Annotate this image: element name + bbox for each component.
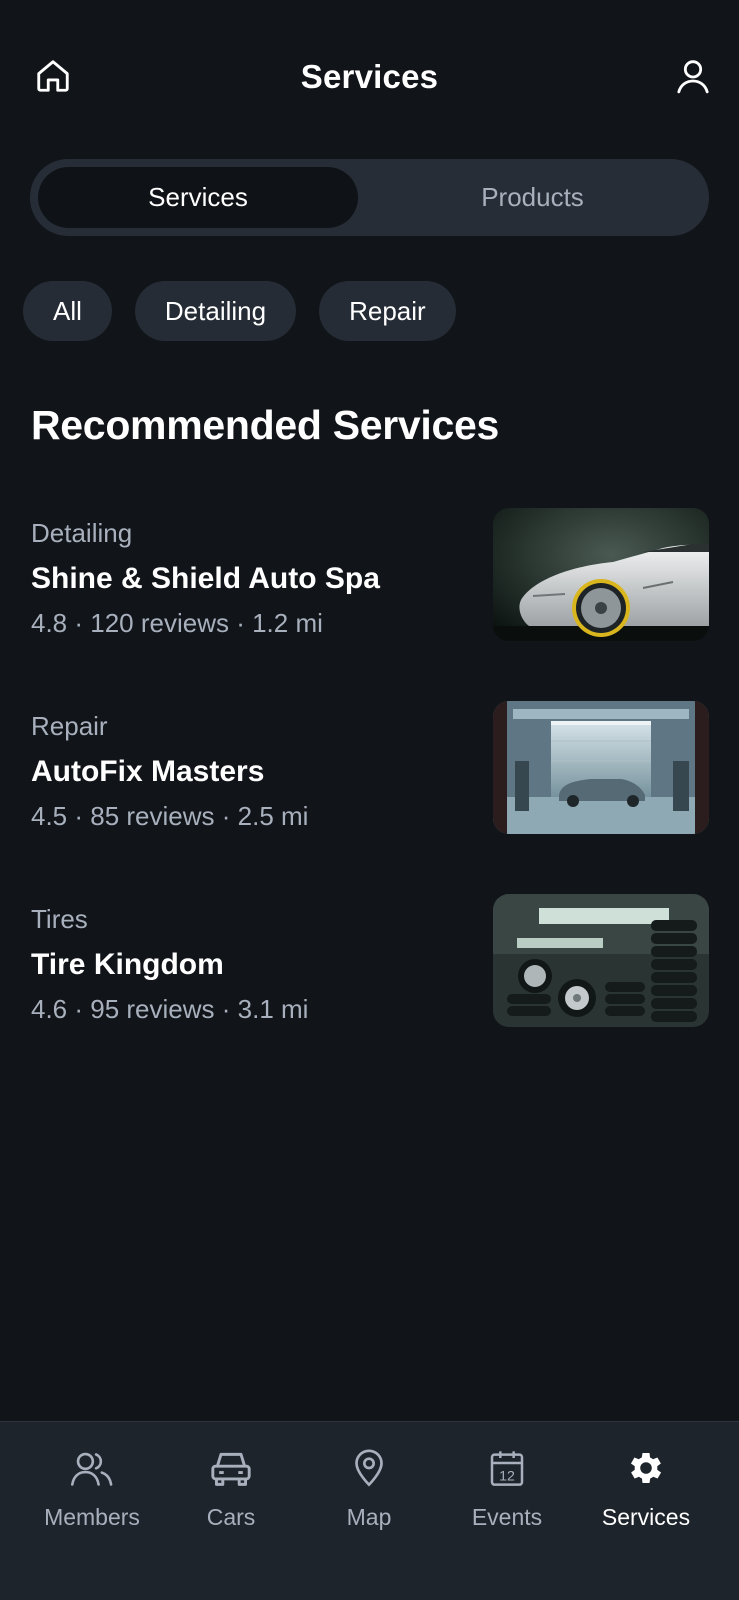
nav-item-services[interactable]: Services: [576, 1422, 716, 1562]
nav-label: Cars: [206, 1504, 256, 1530]
nav-label: Members: [44, 1504, 140, 1530]
tire-stacks-image: [493, 894, 709, 1027]
user-icon: [677, 60, 709, 94]
service-category: Repair: [31, 711, 108, 741]
white-sports-car-image: [493, 508, 709, 641]
filter-chip-detailing[interactable]: Detailing: [134, 281, 297, 341]
service-category: Detailing: [31, 518, 133, 548]
profile-button[interactable]: [671, 54, 715, 98]
service-name: AutoFix Masters: [31, 755, 265, 788]
car-icon: [211, 1452, 251, 1486]
members-icon: [70, 1452, 113, 1486]
nav-label: Services: [601, 1504, 691, 1530]
garage-with-car-image: [493, 701, 709, 834]
nav-item-map[interactable]: Map: [299, 1422, 439, 1562]
service-name: Tire Kingdom: [31, 948, 224, 981]
tab-services[interactable]: Services: [38, 167, 358, 228]
nav-item-events[interactable]: 12 Events: [437, 1422, 577, 1562]
service-meta: 4.8 · 120 reviews · 1.2 mi: [31, 608, 323, 638]
calendar-icon: 12: [490, 1451, 524, 1486]
nav-item-members[interactable]: Members: [22, 1422, 162, 1562]
service-thumbnail: [493, 894, 709, 1027]
service-category: Tires: [31, 904, 88, 934]
page-title: Services: [300, 58, 439, 95]
gear-icon: [630, 1452, 662, 1484]
tab-products[interactable]: Products: [364, 167, 701, 228]
section-title: Recommended Services: [31, 402, 500, 448]
nav-label: Map: [346, 1504, 392, 1530]
service-name: Shine & Shield Auto Spa: [31, 562, 380, 595]
service-meta: 4.5 · 85 reviews · 2.5 mi: [31, 801, 309, 831]
filter-chip-all[interactable]: All: [23, 281, 112, 341]
service-card[interactable]: Tires Tire Kingdom 4.6 · 95 reviews · 3.…: [31, 894, 709, 1028]
service-meta: 4.6 · 95 reviews · 3.1 mi: [31, 994, 309, 1024]
services-products-toggle: Services Products: [30, 159, 709, 236]
filter-chips: All Detailing Repair: [23, 281, 456, 341]
nav-item-cars[interactable]: Cars: [161, 1422, 301, 1562]
top-bar: Services: [0, 40, 739, 112]
service-thumbnail: [493, 701, 709, 834]
bottom-nav: Members Cars Map 12 Events Services: [0, 1421, 739, 1600]
service-card[interactable]: Repair AutoFix Masters 4.5 · 85 reviews …: [31, 701, 709, 835]
nav-label: Events: [471, 1504, 543, 1530]
filter-chip-repair[interactable]: Repair: [319, 281, 456, 341]
calendar-day-number: 12: [499, 1469, 515, 1485]
service-thumbnail: [493, 508, 709, 641]
map-pin-icon: [355, 1449, 383, 1487]
service-card[interactable]: Detailing Shine & Shield Auto Spa 4.8 · …: [31, 508, 709, 642]
